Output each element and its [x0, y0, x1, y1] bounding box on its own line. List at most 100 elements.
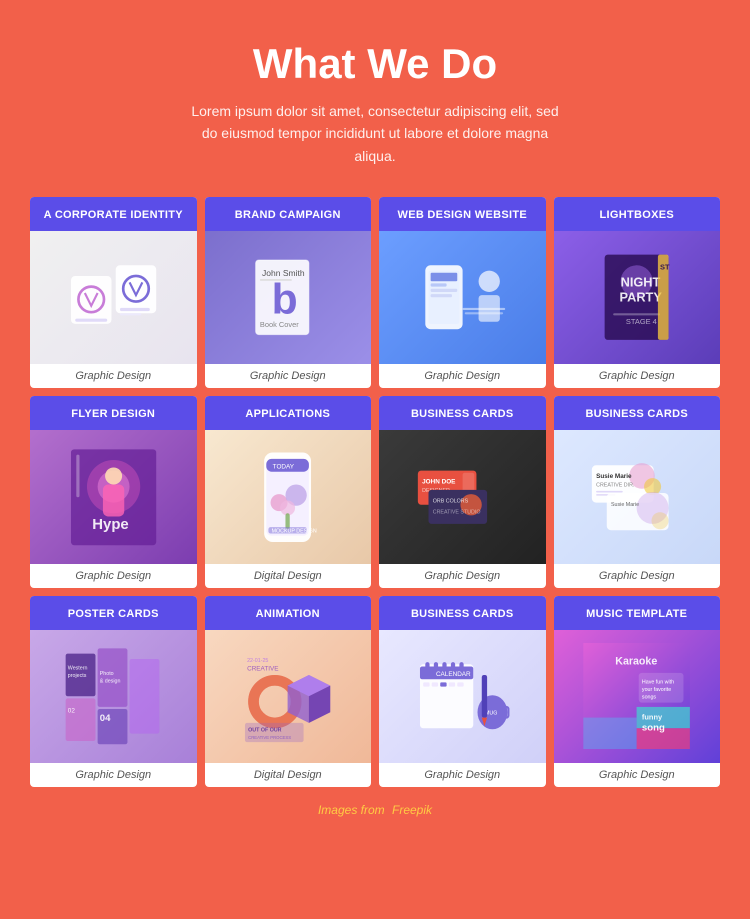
card-animation-header: Animation: [205, 596, 372, 630]
card-flyer-title: Flyer design: [71, 408, 155, 420]
card-music-header: Music Template: [554, 596, 721, 630]
card-animation-image: OUT OF OUR CREATIVE PROCESS 22-01-25 CRE…: [205, 630, 372, 763]
card-bizcard1-title: Business cards: [411, 408, 514, 420]
card-applications[interactable]: Applications TODAY: [205, 396, 372, 587]
svg-text:ST: ST: [660, 263, 670, 272]
card-poster-header: Poster cards: [30, 596, 197, 630]
svg-text:CREATIVE: CREATIVE: [247, 666, 278, 673]
card-animation-footer: Digital Design: [205, 763, 372, 787]
svg-text:CREATIVE STUDIO: CREATIVE STUDIO: [432, 509, 480, 515]
svg-text:song: song: [642, 722, 665, 733]
page-wrapper: What We Do Lorem ipsum dolor sit amet, c…: [0, 0, 750, 855]
card-bizcard2-image: Susie Marie CREATIVE DIR. Susie Marie: [554, 430, 721, 563]
card-lightboxes[interactable]: Lightboxes NIGHT PARTY STAGE 4: [554, 197, 721, 388]
svg-text:CREATIVE PROCESS: CREATIVE PROCESS: [248, 735, 291, 740]
footer-source: Freepik: [392, 803, 432, 817]
card-poster-image: Western projects 02 Photo & design 04: [30, 630, 197, 763]
card-poster-title: Poster cards: [68, 608, 159, 620]
card-applications-image: TODAY MOCKUP DESIGN: [205, 430, 372, 563]
svg-text:& design: & design: [99, 678, 120, 684]
svg-text:Susie Marie: Susie Marie: [596, 473, 632, 480]
svg-text:MOCKUP DESIGN: MOCKUP DESIGN: [272, 528, 317, 534]
page-header: What We Do Lorem ipsum dolor sit amet, c…: [30, 40, 720, 167]
card-brand-header: Brand Campaign: [205, 197, 372, 231]
svg-text:Western: Western: [67, 665, 87, 671]
svg-text:Have fun with: Have fun with: [642, 679, 674, 685]
svg-text:your favorite: your favorite: [642, 687, 671, 693]
card-brand-title: Brand Campaign: [235, 209, 341, 221]
card-bizcard1-image: JOHN DOE DESIGNER ORB COLORS CREATIVE ST…: [379, 430, 546, 563]
svg-text:OUT OF OUR: OUT OF OUR: [248, 727, 282, 733]
card-web-title: Web Design Website: [398, 209, 527, 221]
card-lightboxes-header: Lightboxes: [554, 197, 721, 231]
svg-text:Photo: Photo: [99, 671, 113, 677]
page-subtitle: Lorem ipsum dolor sit amet, consectetur …: [185, 100, 565, 167]
card-flyer[interactable]: Flyer design Hype: [30, 396, 197, 587]
svg-text:Susie Marie: Susie Marie: [611, 501, 639, 507]
card-flyer-image: Hype: [30, 430, 197, 563]
svg-text:Karaoke: Karaoke: [615, 655, 657, 667]
card-web-image: [379, 231, 546, 364]
card-bizcard2-header: Business cards: [554, 396, 721, 430]
svg-text:CALENDAR: CALENDAR: [436, 671, 471, 678]
card-lightboxes-title: Lightboxes: [599, 209, 674, 221]
card-animation-title: Animation: [256, 608, 320, 620]
card-corporate-footer: Graphic Design: [30, 364, 197, 388]
card-bizcard3-title: Business cards: [411, 608, 514, 620]
card-music-footer: Graphic Design: [554, 763, 721, 787]
svg-text:PARTY: PARTY: [620, 290, 663, 305]
card-animation[interactable]: Animation OUT OF OUR CREA: [205, 596, 372, 787]
card-web[interactable]: Web Design Website: [379, 197, 546, 388]
page-title: What We Do: [30, 40, 720, 88]
svg-text:songs: songs: [642, 694, 657, 700]
card-corporate-title: A Corporate Identity: [44, 209, 183, 221]
footer-note: Images from Freepik: [30, 787, 720, 825]
card-poster-footer: Graphic Design: [30, 763, 197, 787]
svg-text:02: 02: [67, 707, 75, 714]
card-bizcard3[interactable]: Business cards CALENDAR: [379, 596, 546, 787]
card-applications-footer: Digital Design: [205, 564, 372, 588]
card-music[interactable]: Music Template: [554, 596, 721, 787]
card-grid: A Corporate Identity: [30, 197, 720, 787]
card-brand-footer: Graphic Design: [205, 364, 372, 388]
svg-text:b: b: [272, 276, 298, 324]
card-corporate[interactable]: A Corporate Identity: [30, 197, 197, 388]
svg-text:STAGE 4: STAGE 4: [626, 317, 657, 326]
svg-text:22-01-25: 22-01-25: [247, 658, 268, 664]
card-bizcard3-footer: Graphic Design: [379, 763, 546, 787]
svg-text:ORB COLORS: ORB COLORS: [432, 498, 468, 504]
card-music-image: Karaoke Have fun with your favorite song…: [554, 630, 721, 763]
svg-text:Hype: Hype: [92, 517, 128, 533]
card-applications-header: Applications: [205, 396, 372, 430]
card-flyer-footer: Graphic Design: [30, 564, 197, 588]
card-bizcard2[interactable]: Business cards Susie Marie CREATIVE DIR.: [554, 396, 721, 587]
svg-text:Book Cover: Book Cover: [260, 321, 299, 330]
card-music-title: Music Template: [586, 608, 687, 620]
card-brand-image: b John Smith Book Cover: [205, 231, 372, 364]
card-brand[interactable]: Brand Campaign b John Smith Book Cover: [205, 197, 372, 388]
card-poster[interactable]: Poster cards Western projects 02: [30, 596, 197, 787]
card-bizcard1-header: Business cards: [379, 396, 546, 430]
card-bizcard1[interactable]: Business cards JOHN DOE DESIGNER ORB COL…: [379, 396, 546, 587]
svg-text:funny: funny: [642, 713, 663, 722]
svg-text:JOHN DOE: JOHN DOE: [422, 478, 455, 485]
card-corporate-image: [30, 231, 197, 364]
card-bizcard3-header: Business cards: [379, 596, 546, 630]
svg-text:CREATIVE DIR.: CREATIVE DIR.: [596, 482, 634, 488]
card-corporate-header: A Corporate Identity: [30, 197, 197, 231]
card-lightboxes-footer: Graphic Design: [554, 364, 721, 388]
card-flyer-header: Flyer design: [30, 396, 197, 430]
svg-text:TODAY: TODAY: [273, 463, 295, 470]
svg-text:NIGHT: NIGHT: [621, 275, 661, 290]
card-lightboxes-image: NIGHT PARTY STAGE 4 ST: [554, 231, 721, 364]
card-bizcard2-title: Business cards: [585, 408, 688, 420]
footer-text: Images from: [318, 803, 385, 817]
card-web-header: Web Design Website: [379, 197, 546, 231]
svg-text:04: 04: [99, 713, 110, 724]
card-bizcard2-footer: Graphic Design: [554, 564, 721, 588]
svg-text:projects: projects: [67, 673, 86, 679]
card-bizcard1-footer: Graphic Design: [379, 564, 546, 588]
card-web-footer: Graphic Design: [379, 364, 546, 388]
card-bizcard3-image: CALENDAR MUG: [379, 630, 546, 763]
svg-text:John Smith: John Smith: [262, 268, 305, 278]
